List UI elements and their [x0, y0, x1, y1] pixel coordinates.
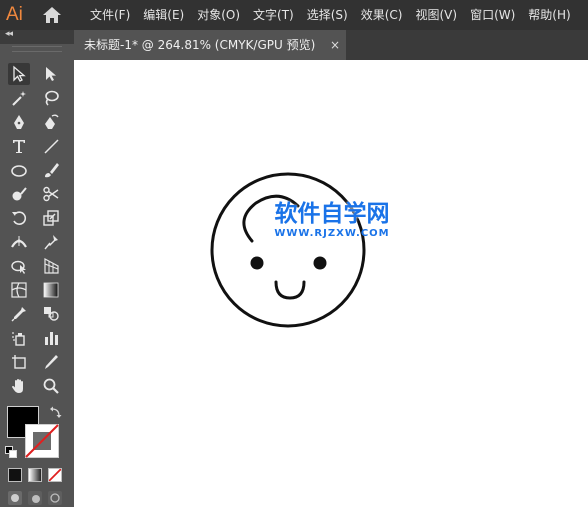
symbol-sprayer-tool-icon[interactable]: [8, 327, 30, 349]
panel-header: ◂◂: [0, 29, 74, 44]
ellipse-tool-icon[interactable]: [8, 159, 30, 181]
stroke-swatch[interactable]: [25, 424, 59, 458]
gradient-tool-icon[interactable]: [40, 279, 62, 301]
smiley-artwork[interactable]: [74, 60, 588, 507]
mesh-tool-icon[interactable]: [8, 279, 30, 301]
menu-select[interactable]: 选择(S): [307, 0, 348, 30]
collapse-icon[interactable]: ◂◂: [5, 29, 13, 39]
blend-tool-icon[interactable]: [40, 303, 62, 325]
draw-behind-icon[interactable]: [27, 490, 43, 506]
gradient-mode-button[interactable]: [28, 468, 42, 482]
document-tab-title: 未标题-1* @ 264.81% (CMYK/GPU 预览): [84, 38, 316, 52]
smiley-left-eye: [250, 256, 264, 270]
menu-items: 文件(F) 编辑(E) 对象(O) 文字(T) 选择(S) 效果(C) 视图(V…: [90, 0, 584, 30]
shaper-tool-icon[interactable]: [8, 183, 30, 205]
menu-file[interactable]: 文件(F): [90, 0, 130, 30]
scale-tool-icon[interactable]: [40, 207, 62, 229]
swap-fill-stroke-icon[interactable]: [50, 406, 62, 418]
tools-panel: ◂◂: [0, 29, 74, 507]
menu-edit[interactable]: 编辑(E): [143, 0, 184, 30]
zoom-tool-icon[interactable]: [40, 375, 62, 397]
hand-tool-icon[interactable]: [8, 375, 30, 397]
home-icon[interactable]: [42, 6, 62, 24]
slice-tool-icon[interactable]: [40, 351, 62, 373]
default-colors-icon[interactable]: [5, 446, 17, 458]
panel-grip[interactable]: [12, 46, 62, 52]
menu-bar: Ai 文件(F) 编辑(E) 对象(O) 文字(T) 选择(S) 效果(C) 视…: [0, 0, 588, 30]
column-graph-tool-icon[interactable]: [40, 327, 62, 349]
scissors-tool-icon[interactable]: [40, 183, 62, 205]
close-icon[interactable]: ×: [330, 30, 340, 60]
smiley-mouth: [274, 280, 306, 300]
width-tool-icon[interactable]: [8, 231, 30, 253]
menu-effect[interactable]: 效果(C): [361, 0, 403, 30]
menu-window[interactable]: 窗口(W): [470, 0, 515, 30]
document-tab[interactable]: 未标题-1* @ 264.81% (CMYK/GPU 预览) ×: [74, 30, 346, 60]
eyedropper-tool-icon[interactable]: [8, 303, 30, 325]
artboard-canvas[interactable]: 软件自学网 WWW.RJZXW.COM: [74, 60, 588, 507]
artboard-tool-icon[interactable]: [8, 351, 30, 373]
perspective-grid-tool-icon[interactable]: [40, 255, 62, 277]
paintbrush-tool-icon[interactable]: [40, 159, 62, 181]
none-mode-button[interactable]: [48, 468, 62, 482]
app-logo: Ai: [6, 4, 23, 25]
magic-wand-tool-icon[interactable]: [8, 87, 30, 109]
watermark-url: WWW.RJZXW.COM: [274, 228, 390, 239]
type-tool-icon[interactable]: [8, 135, 30, 157]
document-tab-strip: 未标题-1* @ 264.81% (CMYK/GPU 预览) ×: [74, 30, 588, 60]
lasso-tool-icon[interactable]: [40, 87, 62, 109]
line-segment-tool-icon[interactable]: [40, 135, 62, 157]
menu-object[interactable]: 对象(O): [197, 0, 240, 30]
color-mode-button[interactable]: [8, 468, 22, 482]
menu-type[interactable]: 文字(T): [253, 0, 294, 30]
pen-tool-icon[interactable]: [8, 111, 30, 133]
menu-help[interactable]: 帮助(H): [528, 0, 570, 30]
draw-inside-icon[interactable]: [47, 490, 63, 506]
rotate-tool-icon[interactable]: [8, 207, 30, 229]
menu-view[interactable]: 视图(V): [415, 0, 457, 30]
puppet-warp-tool-icon[interactable]: [40, 231, 62, 253]
curvature-tool-icon[interactable]: [40, 111, 62, 133]
selection-tool-icon[interactable]: [8, 63, 30, 85]
draw-normal-icon[interactable]: [7, 490, 23, 506]
smiley-face-outline: [210, 172, 366, 328]
watermark-title: 软件自学网: [274, 201, 390, 227]
direct-selection-tool-icon[interactable]: [40, 63, 62, 85]
watermark: 软件自学网 WWW.RJZXW.COM: [252, 200, 412, 240]
shape-builder-tool-icon[interactable]: [8, 255, 30, 277]
smiley-right-eye: [313, 256, 327, 270]
